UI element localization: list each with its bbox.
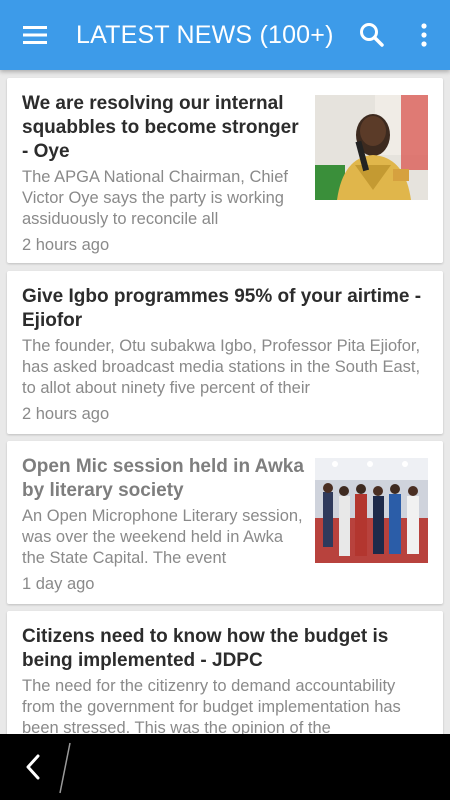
overflow-menu-button[interactable] bbox=[398, 0, 450, 70]
page-title: LATEST NEWS (100+) bbox=[76, 20, 334, 49]
news-timestamp: 1 day ago bbox=[22, 575, 95, 593]
news-card-text: Citizens need to know how the budget is … bbox=[22, 625, 432, 734]
news-card[interactable]: Citizens need to know how the budget is … bbox=[7, 611, 443, 734]
news-card-text: We are resolving our internal squabbles … bbox=[22, 92, 307, 255]
news-card[interactable]: Give Igbo programmes 95% of your airtime… bbox=[7, 271, 443, 434]
news-snippet: An Open Microphone Literary session, was… bbox=[22, 507, 303, 567]
back-button[interactable] bbox=[0, 734, 66, 800]
news-headline: Open Mic session held in Awka by literar… bbox=[22, 456, 304, 501]
news-card-text: Open Mic session held in Awka by literar… bbox=[22, 455, 307, 594]
app-bar: LATEST NEWS (100+) bbox=[0, 0, 450, 70]
nav-divider bbox=[59, 742, 71, 794]
back-chevron-icon bbox=[26, 754, 40, 780]
search-icon bbox=[360, 23, 384, 47]
news-timestamp: 2 hours ago bbox=[22, 405, 110, 423]
news-feed[interactable]: We are resolving our internal squabbles … bbox=[0, 70, 450, 734]
news-thumbnail bbox=[315, 95, 428, 200]
system-nav-bar bbox=[0, 734, 450, 800]
news-card[interactable]: We are resolving our internal squabbles … bbox=[7, 78, 443, 263]
news-timestamp: 2 hours ago bbox=[22, 236, 110, 254]
menu-button[interactable] bbox=[0, 0, 70, 70]
news-snippet: The APGA National Chairman, Chief Victor… bbox=[22, 168, 288, 228]
news-card[interactable]: Open Mic session held in Awka by literar… bbox=[7, 441, 443, 604]
more-vertical-icon bbox=[421, 23, 427, 47]
news-snippet: The need for the citizenry to demand acc… bbox=[22, 677, 401, 734]
hamburger-menu-icon bbox=[23, 26, 47, 44]
news-thumbnail bbox=[315, 458, 428, 563]
news-headline: We are resolving our internal squabbles … bbox=[22, 93, 299, 162]
news-headline: Citizens need to know how the budget is … bbox=[22, 626, 389, 671]
news-headline: Give Igbo programmes 95% of your airtime… bbox=[22, 286, 422, 331]
news-card-text: Give Igbo programmes 95% of your airtime… bbox=[22, 285, 432, 424]
search-button[interactable] bbox=[346, 0, 398, 70]
news-snippet: The founder, Otu subakwa Igbo, Professor… bbox=[22, 337, 421, 397]
